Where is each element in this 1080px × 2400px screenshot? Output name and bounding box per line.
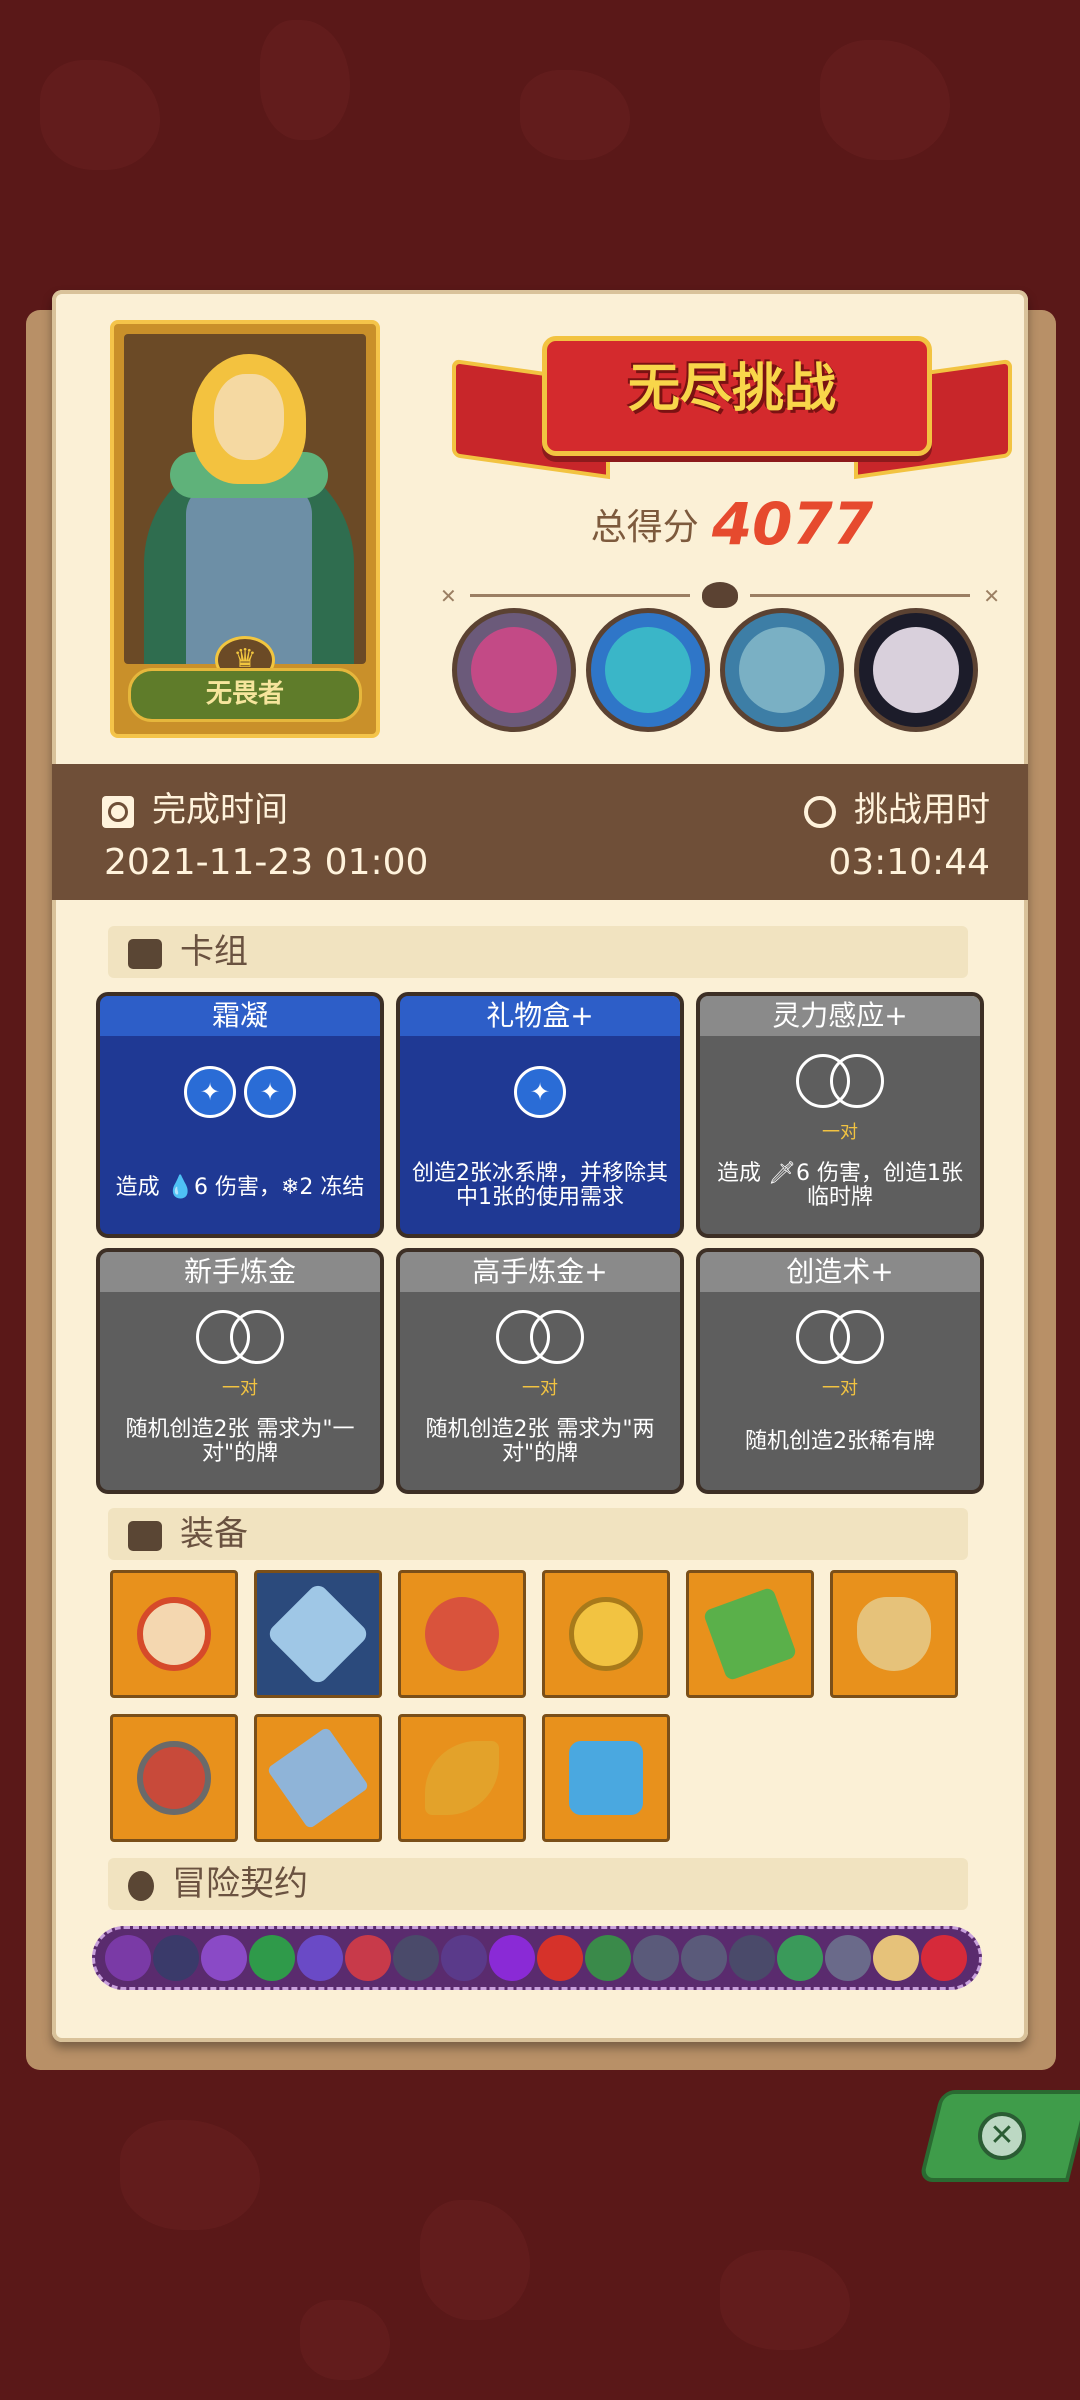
contract-icon xyxy=(777,1935,823,1981)
contract-icon xyxy=(585,1935,631,1981)
card-title: 灵力感应+ xyxy=(700,996,980,1036)
score-label: 总得分 xyxy=(590,507,699,548)
card-desc: 随机创造2张 需求为"两对"的牌 xyxy=(425,1417,655,1466)
divider: ✕ ✕ xyxy=(440,582,1000,608)
blade-icon[interactable] xyxy=(254,1714,382,1842)
contract-icon xyxy=(489,1935,535,1981)
card-desc: 随机创造2张 需求为"一对"的牌 xyxy=(125,1417,355,1466)
card-title: 礼物盒+ xyxy=(400,996,680,1036)
contract-icon xyxy=(825,1935,871,1981)
boss-portrait-4[interactable] xyxy=(854,608,978,732)
contract-icon xyxy=(105,1935,151,1981)
card-5[interactable]: 高手炼金+ 一对 随机创造2张 需求为"两对"的牌 xyxy=(396,1248,684,1494)
deck-header: 卡组 xyxy=(108,926,968,978)
card-requirement: 一对 xyxy=(822,1378,858,1399)
person-icon xyxy=(128,1870,154,1901)
contract-icon xyxy=(873,1935,919,1981)
stopwatch-icon xyxy=(804,795,836,828)
score-row: 总得分 4077 xyxy=(452,490,1012,558)
contract-icon xyxy=(633,1935,679,1981)
score-value: 4077 xyxy=(711,490,874,558)
equipment-header: 装备 xyxy=(108,1508,968,1560)
coin-icon[interactable] xyxy=(542,1570,670,1698)
contract-icon xyxy=(393,1935,439,1981)
completed-time-value: 2021-11-23 01:00 xyxy=(104,842,429,883)
card-requirement: 一对 xyxy=(222,1378,258,1399)
crystal-icon[interactable] xyxy=(542,1714,670,1842)
completed-time-label: 完成时间 xyxy=(102,782,288,831)
contract-icon xyxy=(153,1935,199,1981)
contract-strip[interactable] xyxy=(92,1926,982,1990)
contract-icon xyxy=(681,1935,727,1981)
card-3[interactable]: 灵力感应+ 一对 造成 🗡6 伤害，创造1张临时牌 xyxy=(696,992,984,1238)
gear-icon[interactable] xyxy=(110,1714,238,1842)
card-desc: 造成 🗡6 伤害，创造1张临时牌 xyxy=(717,1161,963,1210)
contract-icon xyxy=(297,1935,343,1981)
calendar-icon xyxy=(102,795,134,828)
contract-icon xyxy=(921,1935,967,1981)
snowflake-icon[interactable] xyxy=(254,1570,382,1698)
contract-icon xyxy=(345,1935,391,1981)
card-requirement: 一对 xyxy=(522,1378,558,1399)
close-icon: ✕ xyxy=(978,2112,1026,2160)
time-info: 完成时间 2021-11-23 01:00 挑战用时 03:10:44 xyxy=(52,764,1028,900)
card-title: 创造术+ xyxy=(700,1252,980,1292)
ice-orb-icon xyxy=(184,1066,236,1118)
card-6[interactable]: 创造术+ 一对 随机创造2张稀有牌 xyxy=(696,1248,984,1494)
pair-slot-icon xyxy=(830,1310,884,1364)
card-title: 新手炼金 xyxy=(100,1252,380,1292)
bag-icon[interactable] xyxy=(830,1570,958,1698)
contract-icon xyxy=(441,1935,487,1981)
boss-portrait-1[interactable] xyxy=(452,608,576,732)
hero-name: 无畏者 xyxy=(128,668,362,722)
meat-icon[interactable] xyxy=(398,1570,526,1698)
banner-title: 无尽挑战 xyxy=(627,359,836,419)
card-desc: 创造2张冰系牌，并移除其中1张的使用需求 xyxy=(412,1161,668,1210)
contract-icon xyxy=(729,1935,775,1981)
boss-portrait-3[interactable] xyxy=(720,608,844,732)
box-icon xyxy=(128,1520,162,1551)
defeated-bosses xyxy=(452,608,1012,738)
ice-orb-icon xyxy=(514,1066,566,1118)
contract-icon xyxy=(537,1935,583,1981)
boss-portrait-2[interactable] xyxy=(586,608,710,732)
cards-icon xyxy=(128,938,162,969)
result-panel: ♛ 无畏者 无尽挑战 总得分 4077 ✕ ✕ 完成时间 2021-11-23 … xyxy=(52,290,1028,2042)
hero-card[interactable]: ♛ 无畏者 xyxy=(110,320,380,738)
close-button[interactable]: ✕ xyxy=(912,2090,1080,2182)
card-requirement: 一对 xyxy=(822,1122,858,1143)
card-title: 霜凝 xyxy=(100,996,380,1036)
card-title: 高手炼金+ xyxy=(400,1252,680,1292)
card-2[interactable]: 礼物盒+ 创造2张冰系牌，并移除其中1张的使用需求 xyxy=(396,992,684,1238)
title-banner: 无尽挑战 xyxy=(452,320,1012,490)
duration-label: 挑战用时 xyxy=(804,782,990,831)
contract-header: 冒险契约 xyxy=(108,1858,968,1910)
crossed-swords-icon: ✕ xyxy=(440,584,457,608)
skull-icon xyxy=(702,582,738,608)
contract-icon xyxy=(201,1935,247,1981)
card-4[interactable]: 新手炼金 一对 随机创造2张 需求为"一对"的牌 xyxy=(96,1248,384,1494)
ice-orb-icon xyxy=(244,1066,296,1118)
feather-icon[interactable] xyxy=(398,1714,526,1842)
contract-icon xyxy=(249,1935,295,1981)
card-desc: 造成 💧6 伤害，❄2 冻结 xyxy=(115,1175,365,1200)
slab-icon[interactable] xyxy=(686,1570,814,1698)
crossed-swords-icon: ✕ xyxy=(983,584,1000,608)
hero-portrait xyxy=(124,334,366,664)
shield-icon[interactable] xyxy=(110,1570,238,1698)
card-1[interactable]: 霜凝 造成 💧6 伤害，❄2 冻结 xyxy=(96,992,384,1238)
pair-slot-icon xyxy=(530,1310,584,1364)
pair-slot-icon xyxy=(830,1054,884,1108)
duration-value: 03:10:44 xyxy=(828,842,990,883)
pair-slot-icon xyxy=(230,1310,284,1364)
card-desc: 随机创造2张稀有牌 xyxy=(745,1429,935,1454)
